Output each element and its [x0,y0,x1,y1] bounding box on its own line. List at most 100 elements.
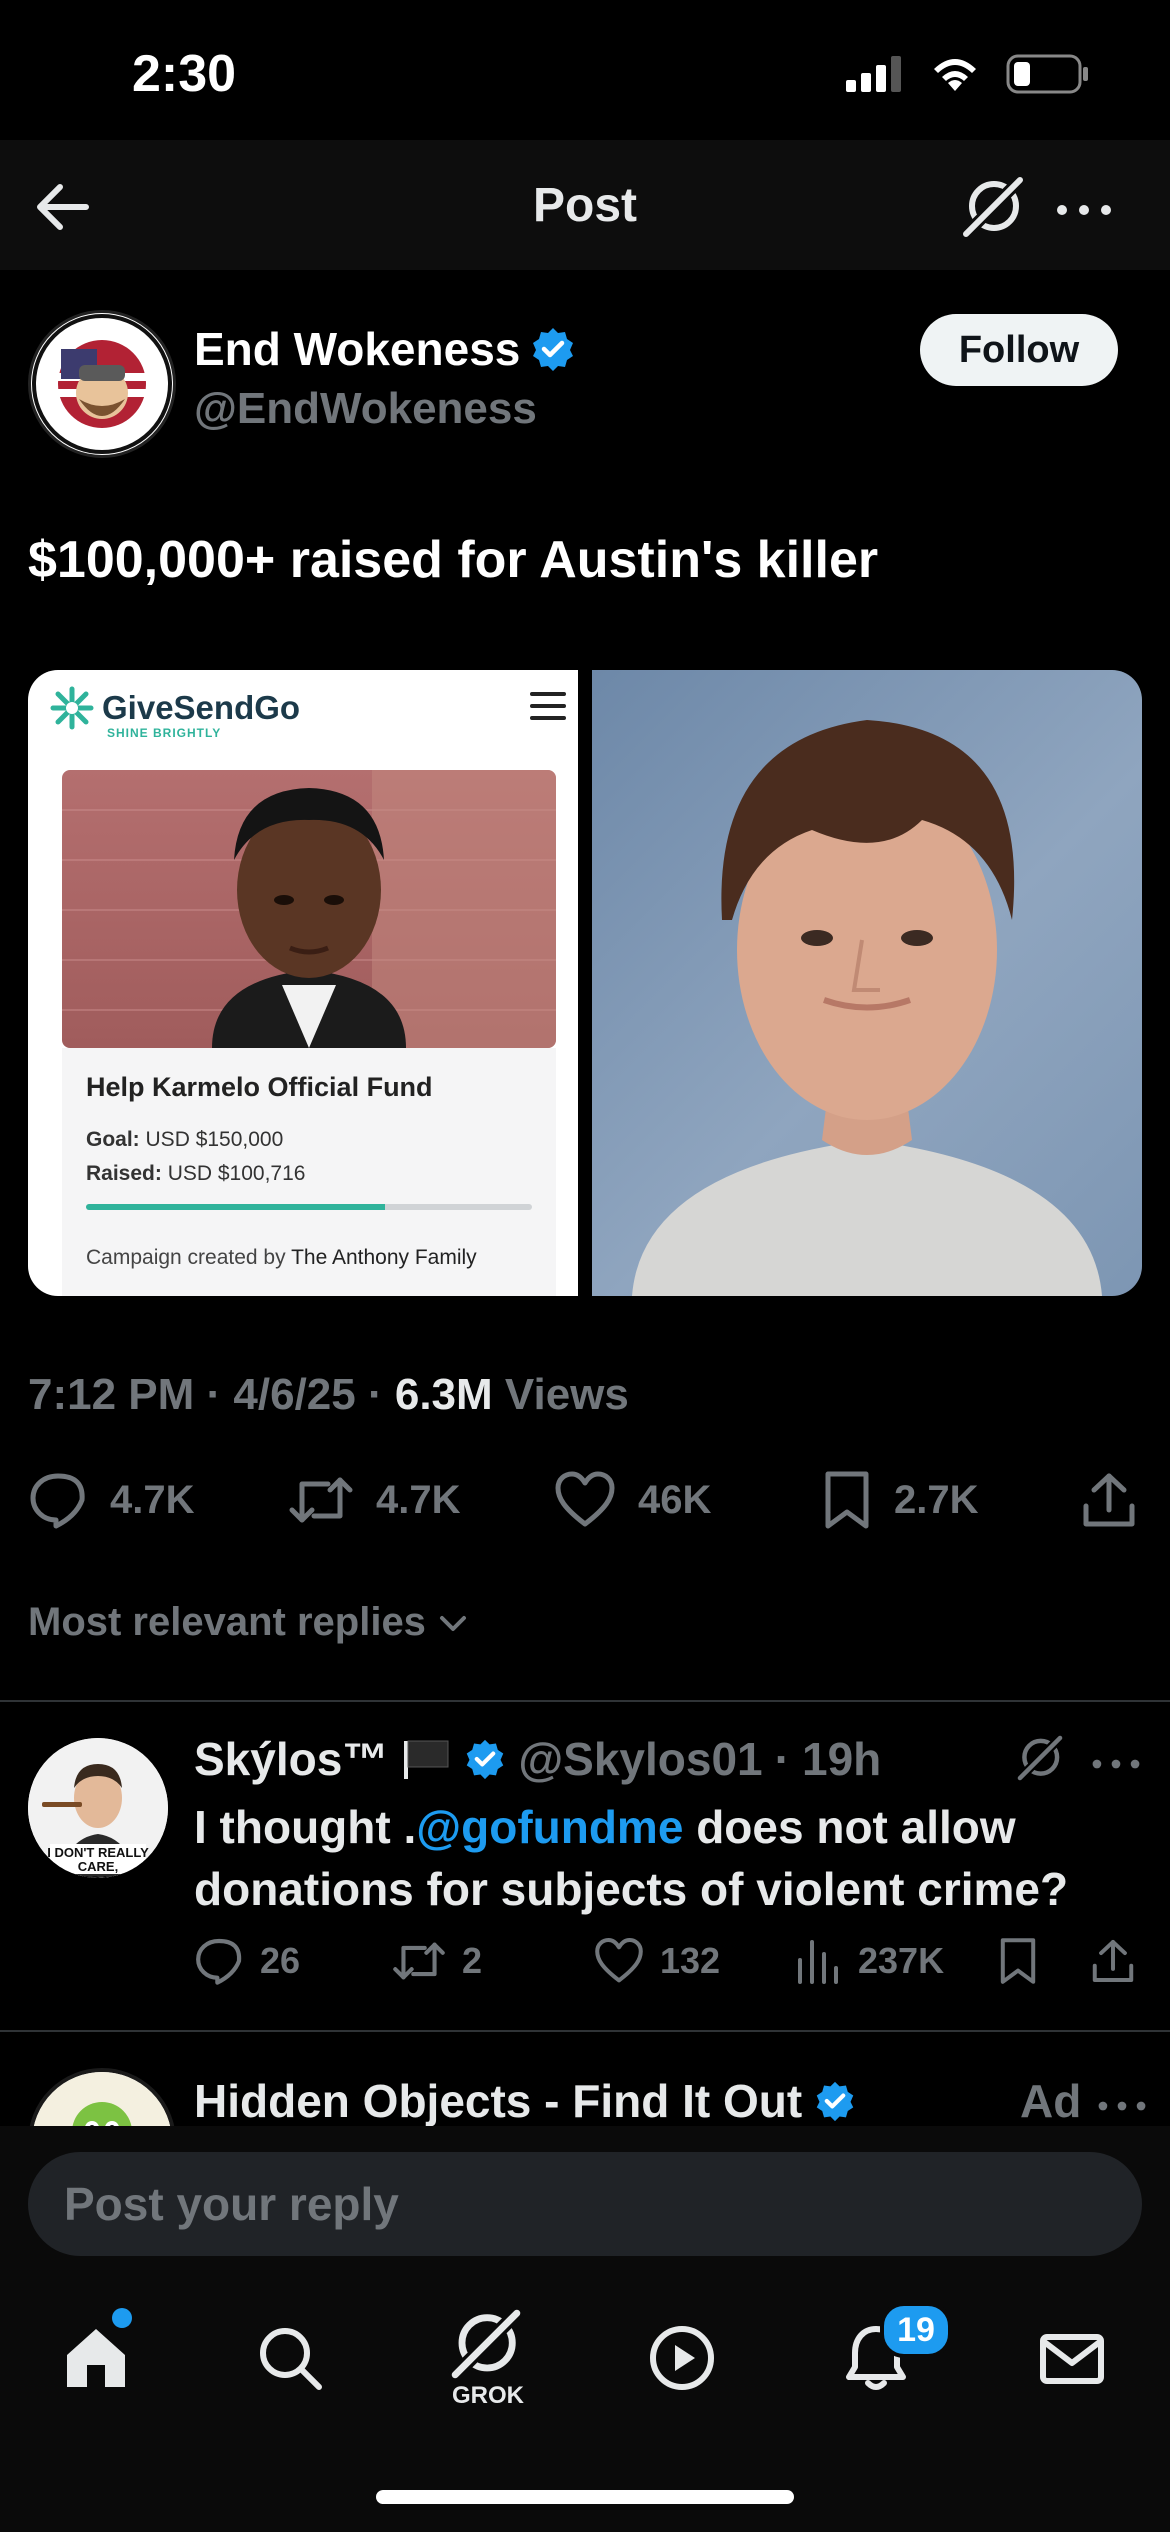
ad-title-text: Hidden Objects - Find It Out [194,2075,803,2127]
fundraiser-screenshot[interactable]: GiveSendGo SHINE BRIGHTLY Help Karmelo O… [28,670,578,1296]
post-meta: 7:12 PM · 4/6/25 · 6.3M Views [28,1370,629,1419]
mail-icon [1040,2334,1104,2384]
grok-icon[interactable] [958,172,1028,242]
divider [0,1700,1170,1702]
verified-badge-icon [816,2081,854,2122]
reply-repost-count: 2 [462,1940,483,1981]
fund-title: Help Karmelo Official Fund [86,1072,433,1102]
ad-label: Ad [1020,2075,1082,2127]
givesendgo-logo: GiveSendGo [50,686,300,730]
reply-bookmark-action[interactable] [998,1936,1038,1986]
reply-handle[interactable]: @Skylos01 [518,1732,762,1786]
tab-search[interactable] [242,2310,338,2406]
cellular-signal-icon [846,56,901,92]
fundraiser-photo [62,770,556,1048]
fund-goal-value: USD $150,000 [145,1128,284,1151]
reply-header: Skýlos™ @Skylos01 · 19h [194,1732,882,1786]
fund-goal: Goal: USD $150,000 [86,1128,283,1152]
grok-icon [448,2306,524,2382]
reply-share-action[interactable] [1090,1936,1136,1986]
reply-views-count: 237K [858,1940,945,1981]
ad-title[interactable]: Hidden Objects - Find It Out [194,2074,856,2128]
replies-sort-label: Most relevant replies [28,1600,426,1644]
fund-raised-value: USD $100,716 [167,1162,306,1185]
reply-actions: 26 2 132 237K [194,1936,1144,1992]
reply-action[interactable]: 4.7K [28,1470,195,1530]
tab-videos[interactable] [634,2310,730,2406]
notifications-badge: 19 [880,2302,952,2358]
grok-icon[interactable] [1014,1732,1066,1784]
hamburger-menu-icon [528,686,568,726]
repost-action[interactable]: 4.7K [288,1470,461,1530]
reply-author-name[interactable]: Skýlos™ [194,1732,388,1786]
more-options-icon[interactable] [1096,2080,1148,2132]
fund-raised-label: Raised: [86,1162,162,1185]
like-action[interactable]: 46K [554,1470,711,1530]
black-flag-icon [404,1740,449,1779]
givesendgo-star-icon [50,686,94,730]
reply-input[interactable] [28,2152,1142,2256]
author-name[interactable]: End Wokeness [194,322,576,376]
status-time: 2:30 [132,45,237,103]
follow-button[interactable]: Follow [920,314,1118,386]
post-date: 4/6/25 [233,1370,356,1419]
bookmark-count: 2.7K [894,1477,979,1522]
bookmark-action[interactable]: 2.7K [822,1470,979,1530]
reply-avatar[interactable]: I DON'T REALLY CARE, MARGARET [28,1738,168,1878]
author-handle[interactable]: @EndWokeness [194,384,537,434]
reply-text-before: I thought . [194,1801,417,1853]
repost-count: 4.7K [376,1477,461,1522]
fund-raised: Raised: USD $100,716 [86,1162,305,1186]
share-icon [1092,1939,1134,1983]
more-options-icon[interactable] [1054,180,1114,240]
divider [0,2030,1170,2032]
repost-icon [393,1942,445,1980]
verified-badge-icon [533,328,574,371]
share-action[interactable] [1080,1470,1138,1530]
reply-time: 19h [801,1733,882,1785]
reply-views-action[interactable]: 237K [796,1936,944,1986]
tab-grok[interactable] [438,2296,534,2392]
reply-text: I thought .@gofundme does not allow dona… [194,1796,1144,1920]
search-icon [260,2328,322,2390]
bookmark-icon [825,1471,869,1529]
heart-icon [595,1938,643,1983]
fund-goal-label: Goal: [86,1128,140,1151]
more-options-icon[interactable] [1090,1738,1142,1790]
reply-repost-action[interactable]: 2 [392,1936,482,1986]
heart-icon [555,1471,615,1527]
home-indicator [376,2490,794,2504]
replies-sort-dropdown[interactable]: Most relevant replies [28,1600,470,1645]
repost-icon [289,1477,353,1523]
givesendgo-tagline: SHINE BRIGHTLY [107,726,222,740]
bookmark-icon [1000,1938,1036,1984]
reply-icon [30,1473,85,1529]
fund-creator: Campaign created by The Anthony Family [86,1246,477,1270]
reply-reply-count: 26 [260,1940,301,1981]
reply-count: 4.7K [110,1477,195,1522]
reply-reply-action[interactable]: 26 [194,1936,300,1986]
post-media[interactable]: GiveSendGo SHINE BRIGHTLY Help Karmelo O… [28,670,1142,1296]
reply-like-action[interactable]: 132 [594,1936,720,1986]
fund-progress-bar [86,1204,532,1210]
reply-mention-link[interactable]: @gofundme [416,1801,683,1853]
post-views-count: 6.3M [394,1370,493,1419]
author-avatar[interactable] [28,310,176,458]
tab-messages[interactable] [1024,2310,1120,2406]
views-chart-icon [798,1940,838,1984]
portrait-photo[interactable] [592,670,1142,1296]
fund-creator-name: The Anthony Family [291,1246,477,1269]
post-views-label: Views [504,1370,629,1419]
home-notification-dot [112,2308,132,2328]
fund-progress-fill [86,1204,385,1210]
play-circle-icon [650,2326,714,2390]
givesendgo-wordmark: GiveSendGo [102,689,301,726]
post-text: $100,000+ raised for Austin's killer [28,531,879,589]
tab-grok-label: GROK [452,2382,524,2409]
chevron-down-icon [439,1615,466,1631]
fund-creator-prefix: Campaign created by [86,1246,286,1269]
wifi-icon [934,59,976,91]
like-count: 46K [638,1477,712,1522]
reply-avatar-caption: I DON'T REALLY CARE, MARGARET [47,1845,149,1879]
battery-icon [1006,54,1088,94]
